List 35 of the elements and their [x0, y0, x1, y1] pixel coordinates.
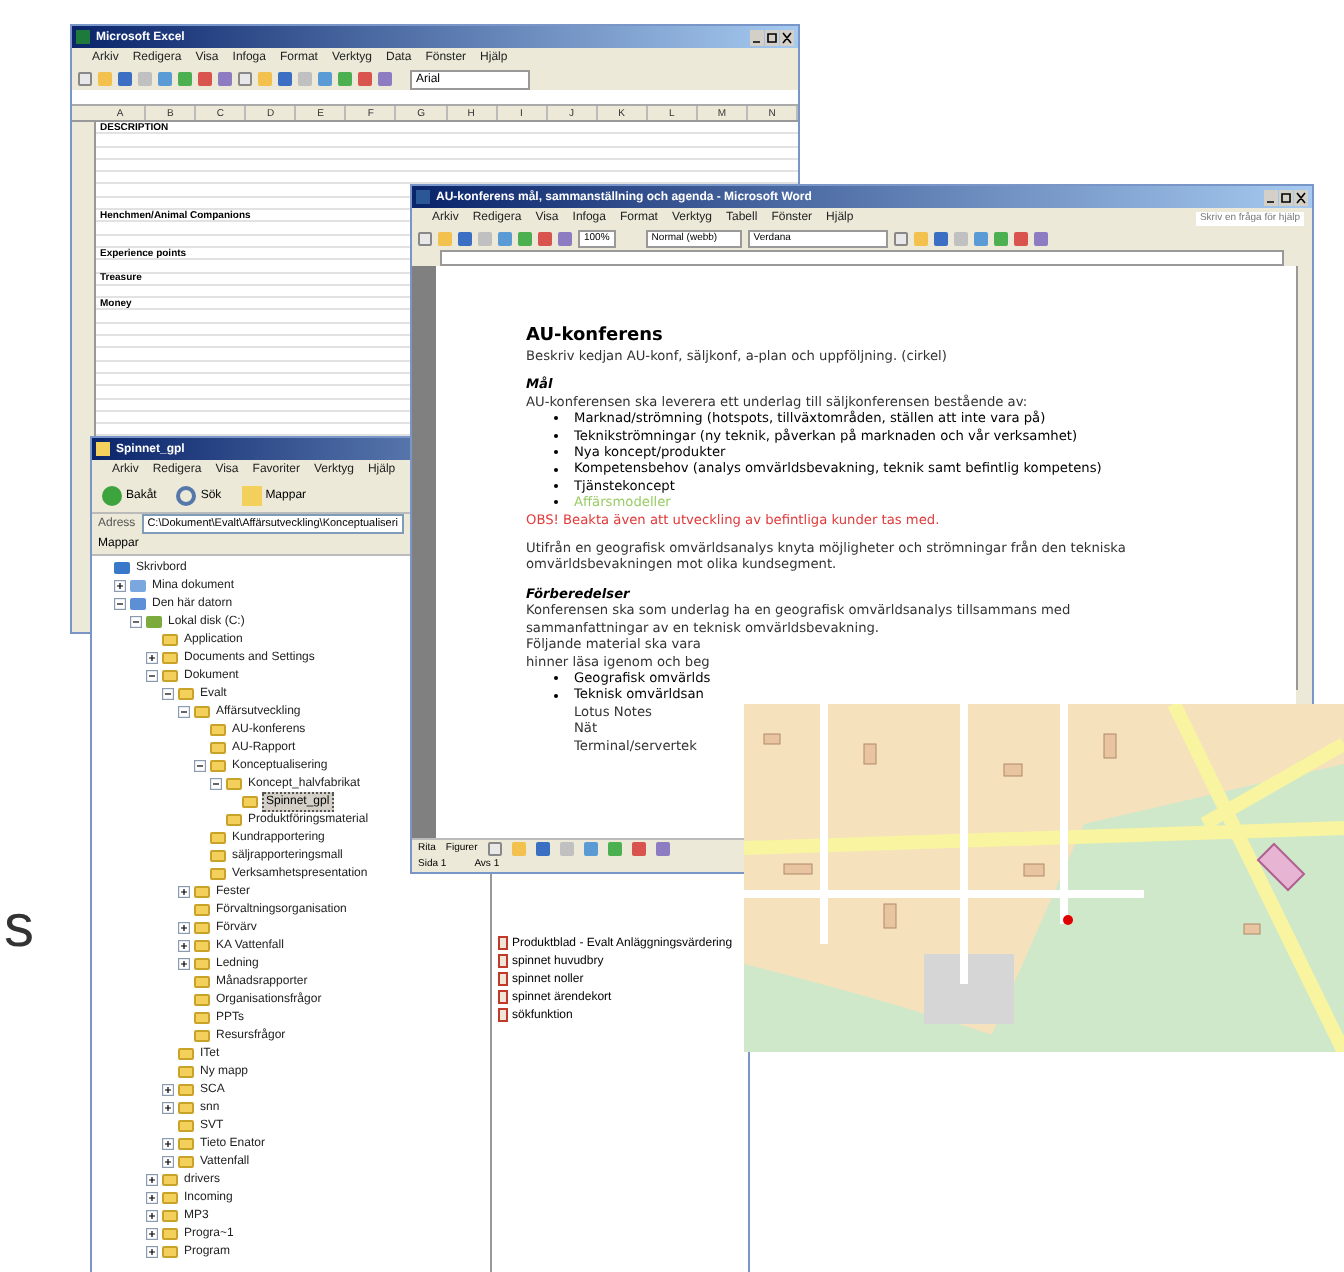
expand-icon[interactable]: [146, 1227, 158, 1239]
app-icon: [76, 30, 90, 44]
expand-icon[interactable]: [146, 1191, 158, 1203]
drive-icon: [146, 615, 162, 627]
document-heading: AU-konferens: [526, 326, 665, 348]
window-controls-icon[interactable]: [1264, 189, 1308, 205]
expand-icon[interactable]: [114, 579, 126, 591]
app-icon: [96, 442, 110, 456]
expand-icon[interactable]: [162, 1101, 174, 1113]
expand-icon[interactable]: [178, 957, 190, 969]
expand-icon[interactable]: [146, 1245, 158, 1257]
collapse-icon[interactable]: [178, 705, 190, 717]
expand-icon[interactable]: [146, 1173, 158, 1185]
collapse-icon[interactable]: [194, 759, 206, 771]
expand-icon[interactable]: [162, 1083, 174, 1095]
folders-icon: [241, 486, 262, 506]
expand-icon[interactable]: [178, 885, 190, 897]
collapse-icon[interactable]: [162, 687, 174, 699]
search-icon: [176, 486, 197, 506]
expand-icon[interactable]: [162, 1155, 174, 1167]
app-icon: [416, 190, 430, 204]
collapse-icon[interactable]: [146, 669, 158, 681]
window-controls-icon[interactable]: [750, 29, 794, 45]
collapse-icon[interactable]: [210, 777, 222, 789]
expand-icon[interactable]: [178, 921, 190, 933]
collapse-icon[interactable]: [130, 615, 142, 627]
expand-icon[interactable]: [146, 1209, 158, 1221]
partial-letter: s: [4, 896, 34, 960]
expand-icon[interactable]: [178, 939, 190, 951]
expand-icon[interactable]: [162, 1137, 174, 1149]
expand-icon[interactable]: [146, 651, 158, 663]
documents-icon: [130, 579, 146, 591]
computer-icon: [130, 597, 146, 609]
desktop-icon: [114, 561, 130, 573]
collapse-icon[interactable]: [114, 597, 126, 609]
